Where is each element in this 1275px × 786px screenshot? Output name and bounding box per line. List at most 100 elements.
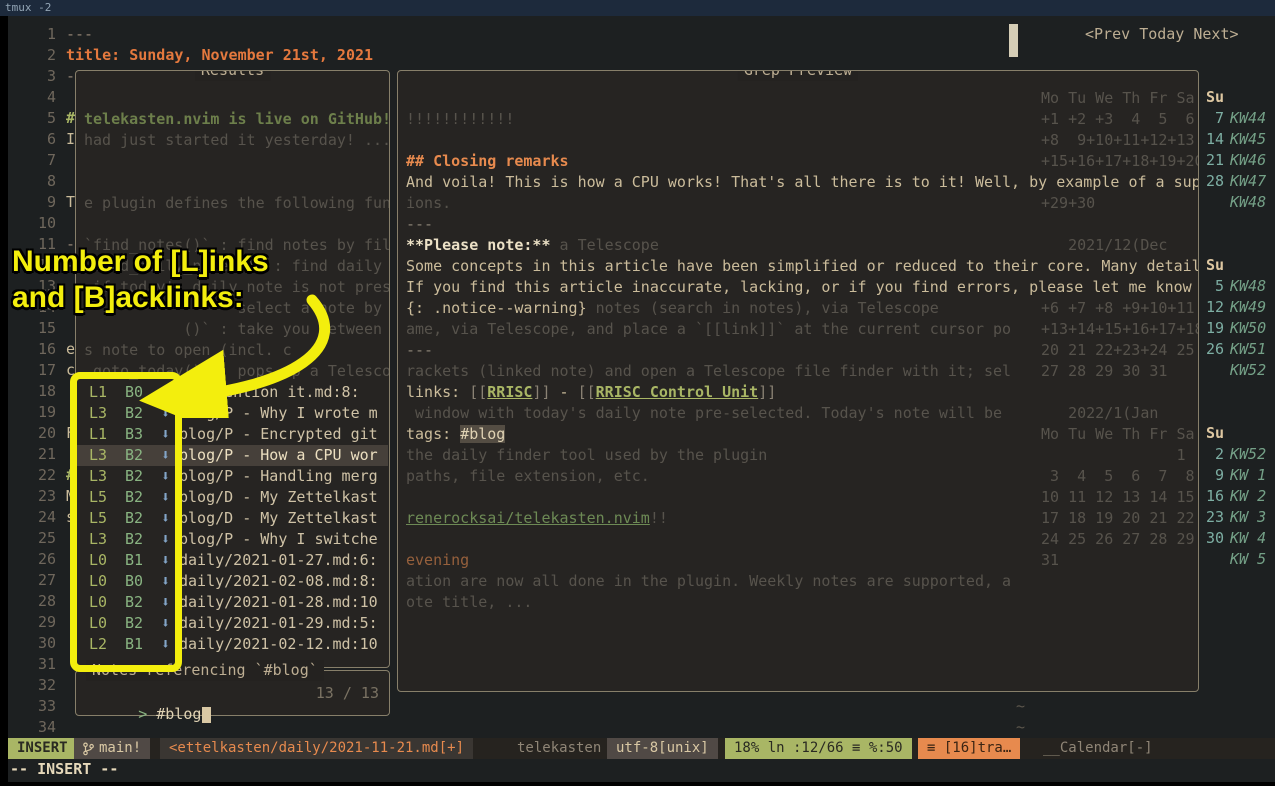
calendar-ghost-row: +8 9+10+11+12+13 bbox=[1041, 130, 1195, 151]
preview-line: renerocksai/telekasten.nvim!! bbox=[406, 508, 668, 529]
calendar-ghost-row: 2021/12(Dec bbox=[1068, 235, 1167, 256]
results-ghost-line: telekasten.nvim is live on GitHub! bbox=[84, 109, 390, 130]
statusline-encoding: utf-8[unix] bbox=[607, 738, 718, 759]
calendar-ghost-row: 27 28 29 30 31 bbox=[1041, 361, 1167, 382]
calendar-sunday-date: 28 bbox=[1198, 171, 1224, 192]
preview-text: ]] bbox=[758, 383, 776, 401]
calendar-week-number: KW45 bbox=[1230, 129, 1266, 150]
line-number: 30 bbox=[8, 633, 56, 654]
annotation-text: Number of [L]inks and [B]acklinks: bbox=[12, 244, 269, 316]
tmux-status-bar: tmux -2 bbox=[0, 0, 1275, 16]
preview-text: paths, file extension, etc. bbox=[406, 467, 650, 485]
prompt-prefix: > bbox=[138, 705, 156, 723]
mode-message: -- INSERT -- bbox=[10, 759, 118, 780]
calendar-week-number: KW51 bbox=[1230, 339, 1266, 360]
calendar-sunday-date: 16 bbox=[1198, 486, 1224, 507]
preview-line: !!!!!!!!!!!! bbox=[406, 109, 514, 130]
calendar-ghost-row: Mo Tu We Th Fr Sa bbox=[1041, 424, 1195, 445]
preview-text: **Please note:** bbox=[406, 236, 551, 254]
grep-preview-window: Grep Preview !!!!!!!!!!!!## Closing rema… bbox=[397, 70, 1199, 692]
preview-line: --- bbox=[406, 340, 433, 361]
result-filename: blog/P - Encrypted git bbox=[179, 424, 378, 445]
calendar-ghost-row: +1 +2 +3 4 5 6 bbox=[1041, 109, 1195, 130]
preview-text: ## Closing remarks bbox=[406, 152, 569, 170]
preview-line: evening bbox=[406, 550, 469, 571]
line-number: 34 bbox=[8, 717, 56, 738]
preview-line: ote title, ... bbox=[406, 592, 532, 613]
line-number: 1 bbox=[8, 24, 56, 45]
preview-text: the daily finder tool used by the plugin bbox=[406, 446, 767, 464]
results-ghost-line: e plugin defines the following fun bbox=[84, 193, 390, 214]
statusline-warnings: ≡ [16]tra… bbox=[918, 738, 1020, 759]
preview-text: links: bbox=[406, 383, 469, 401]
calendar-next-button[interactable]: Next> bbox=[1193, 25, 1238, 43]
calendar-today-button[interactable]: Today bbox=[1139, 25, 1184, 43]
calendar-week-number: KW50 bbox=[1230, 318, 1266, 339]
line-number: 32 bbox=[8, 675, 56, 696]
line-number: 7 bbox=[8, 150, 56, 171]
result-filename: daily/2021-01-28.md:10 bbox=[179, 592, 378, 613]
calendar-ghost-row: Mo Tu We Th Fr Sa bbox=[1041, 88, 1195, 109]
calendar-sunday-date: 2 bbox=[1198, 444, 1224, 465]
line-number: 31 bbox=[8, 654, 56, 675]
preview-line: ions. bbox=[406, 193, 451, 214]
search-input-value: #blog bbox=[156, 705, 201, 723]
preview-text: --- bbox=[406, 341, 433, 359]
calendar-ghost-row: +29+30 bbox=[1041, 193, 1095, 214]
preview-line: ame, via Telescope, and place a `[[link]… bbox=[406, 319, 1011, 340]
buffer-line: # bbox=[66, 108, 75, 129]
buffer-line: title: Sunday, November 21st, 2021 bbox=[66, 45, 373, 66]
search-input[interactable]: > #blog bbox=[84, 683, 211, 746]
calendar-ghost-row: 24 25 26 27 28 29 bbox=[1041, 529, 1195, 550]
preview-text: !!!!!!!!!!!! bbox=[406, 110, 514, 128]
preview-text: [[ bbox=[578, 383, 596, 401]
line-number: 5 bbox=[8, 108, 56, 129]
buffer-line: T bbox=[66, 192, 75, 213]
line-number: 15 bbox=[8, 318, 56, 339]
result-filename: blog/D - My Zettelkast bbox=[179, 487, 378, 508]
line-number: 2 bbox=[8, 45, 56, 66]
line-number: 8 bbox=[8, 171, 56, 192]
preview-text: Some concepts in this article have been … bbox=[406, 257, 1199, 275]
preview-text: window with today's daily note pre-selec… bbox=[406, 404, 1002, 422]
preview-text: [[ bbox=[469, 383, 487, 401]
calendar-week-number: KW47 bbox=[1230, 171, 1266, 192]
calendar-week-number: KW 5 bbox=[1230, 549, 1266, 570]
calendar-week-number: KW46 bbox=[1230, 150, 1266, 171]
calendar-sunday-date: 19 bbox=[1198, 318, 1224, 339]
annotation-line1: Number of [L]inks bbox=[12, 244, 269, 280]
calendar-week-number: KW 4 bbox=[1230, 528, 1266, 549]
line-number: 26 bbox=[8, 549, 56, 570]
result-filename: blog/D - My Zettelkast bbox=[179, 508, 378, 529]
note-link[interactable]: RRISC bbox=[487, 383, 532, 401]
note-link[interactable]: RRISC Control Unit bbox=[596, 383, 759, 401]
tag-highlight: #blog bbox=[460, 425, 505, 443]
calendar-week-number: KW44 bbox=[1230, 108, 1266, 129]
preview-text: ame, via Telescope, and place a `[[link]… bbox=[406, 320, 1011, 338]
statusline-filename-label: <ettelkasten/daily/2021-11-21.md[+] bbox=[169, 738, 464, 759]
preview-line: paths, file extension, etc. bbox=[406, 466, 650, 487]
calendar-nav: <Prev Today Next> bbox=[1085, 24, 1239, 45]
statusline-mode-indicator: INSERT bbox=[8, 738, 77, 759]
results-ghost-line: had just started it yesterday! ... bbox=[84, 130, 390, 151]
calendar-sunday-header: Su bbox=[1198, 423, 1224, 444]
calendar-ghost-row: 31 bbox=[1041, 550, 1059, 571]
preview-line: ation are now all done in the plugin. We… bbox=[406, 571, 1011, 592]
calendar-week-number: KW 2 bbox=[1230, 486, 1266, 507]
calendar-ghost-row: +6 +7 +8 +9+10+11 bbox=[1041, 298, 1195, 319]
preview-line: If you find this article inaccurate, lac… bbox=[406, 277, 1192, 298]
line-number: 33 bbox=[8, 696, 56, 717]
preview-text: If you find this article inaccurate, lac… bbox=[406, 278, 1192, 296]
calendar-week-number: KW 3 bbox=[1230, 507, 1266, 528]
calendar-sunday-date: 21 bbox=[1198, 150, 1224, 171]
buffer-line: I bbox=[66, 129, 75, 150]
calendar-ghost-row: 2022/1(Jan bbox=[1068, 403, 1158, 424]
line-number: 9 bbox=[8, 192, 56, 213]
annotation-line2: and [B]acklinks: bbox=[12, 280, 269, 316]
line-number: 23 bbox=[8, 486, 56, 507]
text-cursor bbox=[202, 707, 211, 723]
scrollbar-thumb[interactable] bbox=[1009, 24, 1018, 57]
preview-line: **Please note:** a Telescope bbox=[406, 235, 659, 256]
calendar-prev-button[interactable]: <Prev bbox=[1085, 25, 1130, 43]
preview-text: renerocksai/telekasten.nvim bbox=[406, 509, 650, 527]
